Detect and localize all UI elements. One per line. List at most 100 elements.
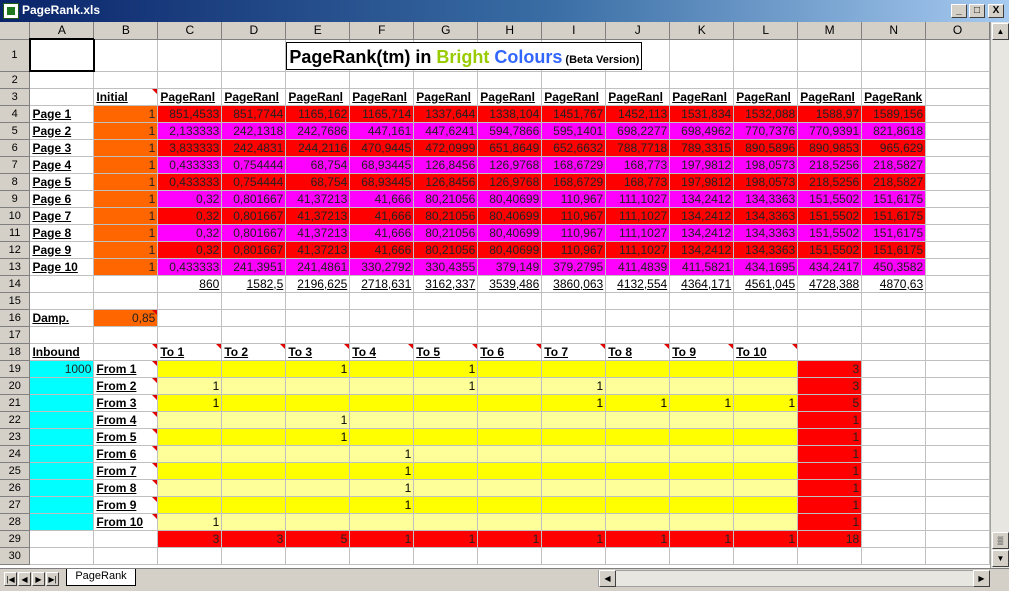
cell[interactable] (29, 275, 95, 293)
column-header[interactable]: D (221, 22, 287, 40)
pagerank-value[interactable]: 68,754 (285, 173, 351, 191)
column-header[interactable]: L (733, 22, 799, 40)
pagerank-value[interactable]: 434,1695 (733, 258, 799, 276)
row-header[interactable]: 8 (0, 173, 31, 191)
cell[interactable] (861, 309, 927, 327)
pagerank-value[interactable]: 80,21056 (413, 241, 479, 259)
cell[interactable] (413, 309, 479, 327)
link-cell[interactable] (349, 411, 415, 429)
cell[interactable] (925, 258, 990, 276)
from-label[interactable]: From 9 (93, 496, 159, 514)
header-pagerank[interactable]: PageRanl (733, 88, 799, 106)
header-pagerank[interactable]: PageRanl (605, 88, 671, 106)
link-cell[interactable] (413, 428, 479, 446)
column-header[interactable]: J (605, 22, 671, 40)
link-cell[interactable]: 1 (157, 513, 223, 531)
cell[interactable] (29, 377, 95, 395)
link-cell[interactable] (285, 377, 351, 395)
link-cell[interactable] (285, 479, 351, 497)
cell[interactable] (925, 156, 990, 174)
cell[interactable] (285, 547, 351, 565)
from-label[interactable]: From 3 (93, 394, 159, 412)
cell[interactable] (925, 309, 990, 327)
cell[interactable] (541, 326, 607, 344)
cell[interactable] (285, 71, 351, 89)
out-count[interactable]: 1 (797, 479, 863, 497)
initial-value[interactable]: 1 (93, 139, 159, 157)
cell[interactable] (797, 309, 863, 327)
cell[interactable] (157, 39, 223, 72)
out-count[interactable]: 3 (797, 360, 863, 378)
link-cell[interactable]: 1 (541, 394, 607, 412)
header-pagerank[interactable]: PageRanl (541, 88, 607, 106)
initial-value[interactable]: 1 (93, 122, 159, 140)
row-header[interactable]: 15 (0, 292, 31, 310)
link-cell[interactable] (477, 360, 543, 378)
link-cell[interactable]: 1 (285, 360, 351, 378)
cell[interactable] (93, 71, 159, 89)
link-cell[interactable] (413, 462, 479, 480)
cell[interactable] (605, 39, 671, 72)
cell[interactable] (861, 462, 927, 480)
pagerank-value[interactable]: 111,1027 (605, 241, 671, 259)
link-cell[interactable] (605, 445, 671, 463)
cell[interactable] (413, 326, 479, 344)
link-cell[interactable] (541, 479, 607, 497)
link-cell[interactable] (285, 513, 351, 531)
cell[interactable] (157, 326, 223, 344)
pagerank-value[interactable]: 1451,767 (541, 105, 607, 123)
row-header[interactable]: 27 (0, 496, 31, 514)
link-cell[interactable] (285, 462, 351, 480)
cell[interactable] (477, 547, 543, 565)
in-count[interactable]: 1 (605, 530, 671, 548)
cell[interactable] (669, 292, 735, 310)
cell[interactable] (925, 411, 990, 429)
pagerank-value[interactable]: 595,1401 (541, 122, 607, 140)
cell[interactable] (925, 173, 990, 191)
sum-value[interactable]: 1582,5 (221, 275, 287, 293)
link-cell[interactable]: 1 (157, 377, 223, 395)
cell[interactable] (733, 71, 799, 89)
header-pagerank[interactable]: PageRanl (221, 88, 287, 106)
pagerank-value[interactable]: 1532,088 (733, 105, 799, 123)
pagerank-value[interactable]: 652,6632 (541, 139, 607, 157)
cell[interactable] (93, 547, 159, 565)
pagerank-value[interactable]: 242,7686 (285, 122, 351, 140)
pagerank-value[interactable]: 197,9812 (669, 173, 735, 191)
cell[interactable] (925, 343, 990, 361)
pagerank-value[interactable]: 197,9812 (669, 156, 735, 174)
link-cell[interactable] (349, 394, 415, 412)
pagerank-value[interactable]: 134,3363 (733, 190, 799, 208)
header-initial[interactable]: Initial (93, 88, 159, 106)
link-cell[interactable] (541, 411, 607, 429)
pagerank-value[interactable]: 851,7744 (221, 105, 287, 123)
cell[interactable] (925, 496, 990, 514)
pagerank-value[interactable]: 447,161 (349, 122, 415, 140)
pagerank-value[interactable]: 0,801667 (221, 207, 287, 225)
link-cell[interactable]: 1 (413, 360, 479, 378)
pagerank-value[interactable]: 330,2792 (349, 258, 415, 276)
row-header[interactable]: 11 (0, 224, 31, 242)
prev-sheet-icon[interactable]: ◀ (18, 572, 31, 586)
row-header[interactable]: 18 (0, 343, 31, 361)
cell[interactable] (925, 71, 990, 89)
link-cell[interactable] (669, 479, 735, 497)
pagerank-value[interactable]: 472,0999 (413, 139, 479, 157)
link-cell[interactable] (221, 394, 287, 412)
cell[interactable] (541, 309, 607, 327)
cell[interactable] (541, 292, 607, 310)
horizontal-scrollbar[interactable]: ◀ ▶ (598, 570, 990, 587)
out-count[interactable]: 1 (797, 445, 863, 463)
cell[interactable] (157, 309, 223, 327)
active-cell-a1[interactable] (28, 38, 95, 72)
page-label[interactable]: Page 3 (29, 139, 95, 157)
link-cell[interactable] (349, 513, 415, 531)
link-cell[interactable]: 1 (669, 394, 735, 412)
cell[interactable] (349, 309, 415, 327)
pagerank-value[interactable]: 134,3363 (733, 207, 799, 225)
header-pagerank[interactable]: PageRanl (669, 88, 735, 106)
pagerank-value[interactable]: 2,133333 (157, 122, 223, 140)
page-label[interactable]: Page 7 (29, 207, 95, 225)
pagerank-value[interactable]: 80,21056 (413, 224, 479, 242)
sum-value[interactable]: 3162,337 (413, 275, 479, 293)
